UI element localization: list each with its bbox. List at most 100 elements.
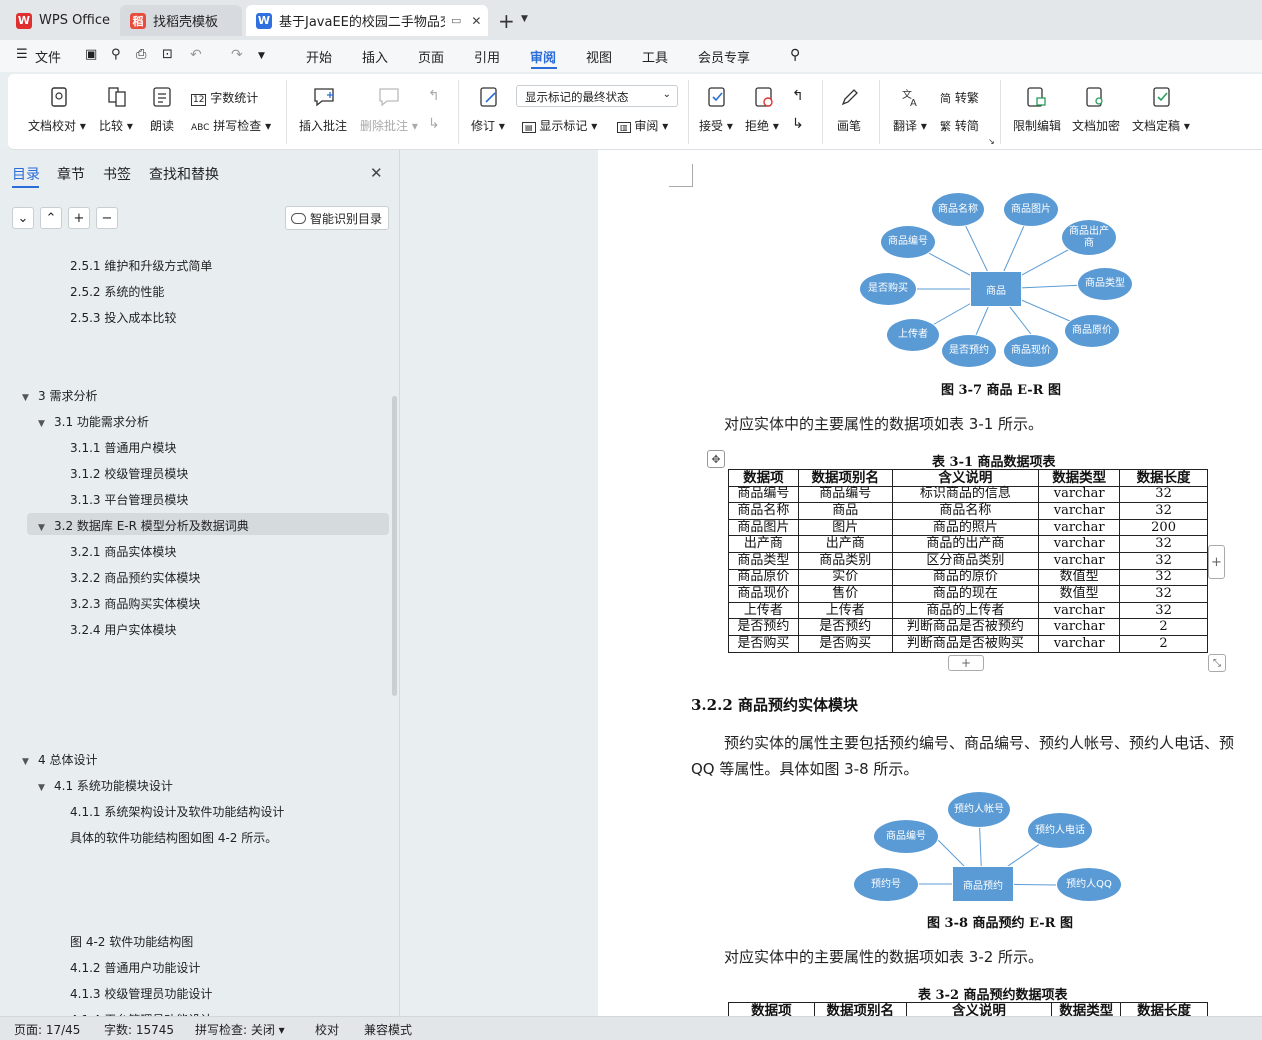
toc-item[interactable]: 图 4-2 软件功能结构图: [70, 933, 193, 950]
undo-icon[interactable]: ↶: [190, 47, 202, 63]
toc-item[interactable]: 4.1.2 普通用户功能设计: [70, 959, 200, 976]
close-icon[interactable]: ✕: [370, 164, 383, 182]
add-heading-button[interactable]: +: [68, 207, 90, 229]
document-page[interactable]: 商品 商品名称 商品图片 商品出产商 商品类型 商品原价 商品现价 是否预约 上…: [598, 150, 1262, 1016]
search-icon[interactable]: ⚲: [790, 47, 800, 63]
spell-check-status[interactable]: 拼写检查: 关闭 ▾: [195, 1021, 285, 1038]
toc-item[interactable]: 4.1.1 系统架构设计及软件功能结构设计: [70, 803, 284, 820]
doc-encrypt-button[interactable]: 文档加密: [1072, 117, 1120, 134]
er-diagram-lines: [889, 209, 1107, 352]
menu-tools[interactable]: 工具: [642, 47, 668, 66]
toc-item[interactable]: ▼ 4.1 系统功能模块设计: [38, 777, 173, 794]
word-count[interactable]: 字数: 15745: [104, 1021, 174, 1038]
toc-item[interactable]: 2.5.3 投入成本比较: [70, 309, 176, 326]
doc-finalize-button[interactable]: 文档定稿 ▾: [1132, 117, 1190, 134]
revise-button[interactable]: 修订 ▾: [471, 117, 505, 134]
toc-item[interactable]: 具体的软件功能结构图如图 4-2 所示。: [70, 829, 277, 846]
prev-comment-icon[interactable]: ↰: [428, 88, 440, 104]
table-row: 出产商 出产商 商品的出产商 varchar 32: [728, 535, 1208, 553]
tab-find-replace[interactable]: 查找和替换: [149, 164, 219, 184]
proofread-status[interactable]: 校对: [315, 1021, 339, 1038]
compare-button[interactable]: 比较 ▾: [99, 117, 133, 134]
spell-check-button[interactable]: ABC 拼写检查 ▾: [191, 117, 271, 134]
restrict-edit-button[interactable]: 限制编辑: [1013, 117, 1061, 134]
accept-button[interactable]: 接受 ▾: [699, 117, 733, 134]
tab-chapters[interactable]: 章节: [57, 164, 85, 184]
revise-icon: [480, 87, 497, 107]
menu-reference[interactable]: 引用: [474, 47, 500, 66]
menu-review[interactable]: 审阅: [530, 47, 556, 66]
menu-member[interactable]: 会员专享: [698, 47, 750, 66]
table-cell: 是否预约: [728, 618, 799, 636]
save-icon[interactable]: ▣: [85, 47, 97, 62]
menu-start[interactable]: 开始: [306, 47, 332, 66]
print-icon[interactable]: ⎙: [136, 47, 146, 62]
page-indicator[interactable]: 页面: 17/45: [14, 1021, 80, 1038]
to-traditional-button[interactable]: 简 转繁: [940, 89, 979, 106]
toc-item[interactable]: 3.2.4 用户实体模块: [70, 621, 176, 638]
markup-state-select[interactable]: 显示标记的最终状态 ⌄: [516, 85, 678, 107]
smart-toc-button[interactable]: 智能识别目录: [285, 206, 389, 230]
menu-bar: ☰ 文件 ▣ ⚲ ⎙ ⊡ ↶ ↷ ▼ 开始 插入 页面 引用 审阅 视图 工具 …: [0, 40, 1262, 72]
read-aloud-button[interactable]: 朗读: [150, 117, 174, 134]
to-simplified-button[interactable]: 繁 转简: [940, 117, 979, 134]
delete-comment-button[interactable]: 删除批注 ▾: [360, 117, 418, 134]
remove-heading-button[interactable]: −: [96, 207, 118, 229]
tab-wps-office[interactable]: W WPS Office: [6, 5, 116, 36]
table-resize-handle-icon[interactable]: ⤡: [1208, 654, 1226, 672]
panel-scrollbar[interactable]: [392, 396, 397, 696]
collapse-all-button[interactable]: ⌄: [12, 207, 34, 229]
toc-item[interactable]: ▼ 3 需求分析: [22, 387, 97, 404]
link-icon[interactable]: ⚲: [111, 47, 121, 62]
toc-item[interactable]: 3.1.1 普通用户模块: [70, 439, 176, 456]
table-header-cell: 含义说明: [905, 1002, 1053, 1016]
toc-item[interactable]: ▼ 3.2 数据库 E-R 模型分析及数据词典: [38, 517, 249, 534]
toc-item[interactable]: 3.2.3 商品购买实体模块: [70, 595, 200, 612]
toc-item[interactable]: 2.5.1 维护和升级方式简单: [70, 257, 212, 274]
prev-change-icon[interactable]: ↰: [792, 88, 804, 104]
next-comment-icon[interactable]: ↳: [428, 116, 440, 132]
menu-file[interactable]: 文件: [35, 47, 61, 66]
hamburger-icon[interactable]: ☰: [16, 47, 28, 62]
close-tab-icon[interactable]: ✕: [471, 14, 481, 28]
tab-label: 找稻壳模板: [153, 15, 219, 30]
reject-button[interactable]: 拒绝 ▾: [745, 117, 779, 134]
toc-item[interactable]: ▼ 3.1 功能需求分析: [38, 413, 149, 430]
svg-text:A: A: [910, 98, 917, 108]
chevron-down-icon: ⌄: [662, 89, 671, 100]
next-change-icon[interactable]: ↳: [792, 116, 804, 132]
toc-item[interactable]: 2.5.2 系统的性能: [70, 283, 164, 300]
pen-button[interactable]: 画笔: [837, 117, 861, 134]
print-preview-icon[interactable]: ⊡: [162, 47, 173, 62]
toc-item[interactable]: 4.1.3 校级管理员功能设计: [70, 985, 212, 1002]
toc-item[interactable]: 3.1.2 校级管理员模块: [70, 465, 188, 482]
menu-page[interactable]: 页面: [418, 47, 444, 66]
monitor-icon[interactable]: ▭: [451, 14, 461, 27]
tab-bookmarks[interactable]: 书签: [103, 164, 131, 184]
toc-item[interactable]: ▼ 4 总体设计: [22, 751, 97, 768]
add-column-button[interactable]: +: [1208, 545, 1225, 579]
chevron-down-icon[interactable]: ▼: [521, 14, 528, 24]
show-markup-button[interactable]: ▤ 显示标记 ▾: [522, 117, 597, 134]
menu-insert[interactable]: 插入: [362, 47, 388, 66]
tab-toc[interactable]: 目录: [12, 164, 40, 184]
add-row-button[interactable]: +: [948, 655, 984, 671]
translate-button[interactable]: 翻译 ▾: [893, 117, 927, 134]
review-pane-button[interactable]: ▥ 审阅 ▾: [617, 117, 668, 134]
toc-item[interactable]: 3.2.1 商品实体模块: [70, 543, 176, 560]
redo-icon[interactable]: ↷: [231, 47, 243, 63]
new-tab-icon[interactable]: +: [498, 9, 515, 33]
table-move-handle-icon[interactable]: ✥: [707, 450, 725, 468]
tab-template[interactable]: 稻 找稻壳模板: [120, 5, 242, 36]
expand-up-button[interactable]: ⌃: [40, 207, 62, 229]
insert-comment-button[interactable]: 插入批注: [299, 117, 347, 134]
dialog-launcher-icon[interactable]: ↘: [988, 137, 995, 146]
toc-item[interactable]: 3.1.3 平台管理员模块: [70, 491, 188, 508]
toc-item[interactable]: 3.2.2 商品预约实体模块: [70, 569, 200, 586]
menu-view[interactable]: 视图: [586, 47, 612, 66]
er-attribute: 商品原价: [1064, 314, 1120, 348]
tab-document[interactable]: W 基于JavaEE的校园二手物品交 ▭ ✕: [246, 5, 488, 36]
quick-access-chevron-icon[interactable]: ▼: [258, 51, 265, 61]
doc-check-button[interactable]: 文档校对 ▾: [28, 117, 86, 134]
word-count-button[interactable]: 12 字数统计: [191, 89, 258, 106]
